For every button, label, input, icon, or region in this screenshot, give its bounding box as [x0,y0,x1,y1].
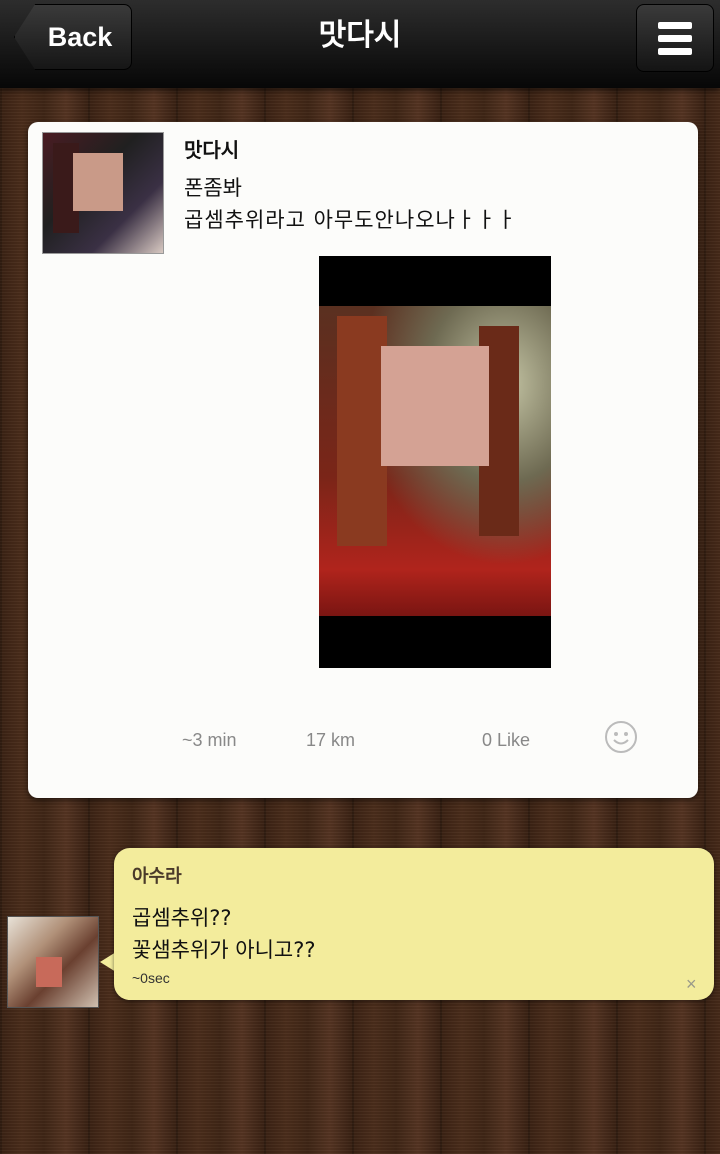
post-text-line: 곱셈추위라고 아무도안나오나ㅏㅏㅏ [184,208,517,232]
post-photo[interactable] [319,256,551,668]
avatar-face-pixelated [73,153,123,211]
photo-face-pixelated [381,346,489,466]
post-card: 맛다시 폰좀봐 곱셈추위라고 아무도안나오나ㅏㅏㅏ ~3 min 17 km 0… [28,122,698,798]
reply-time: ~0sec [132,970,170,986]
post-time: ~3 min [182,730,237,750]
menu-button[interactable] [636,4,714,72]
smiley-icon[interactable] [604,720,638,754]
avatar-detail [36,957,62,987]
top-bar: Back 맛다시 [0,0,720,88]
back-button[interactable]: Back [14,4,132,70]
reply-text-line: 곱셈추위?? [132,906,232,930]
post-text-line: 폰좀봐 [184,176,242,200]
menu-icon-bar [658,21,692,29]
page-title: 맛다시 [318,18,402,53]
reply-author-name[interactable]: 아수라 [132,862,182,888]
reply-author-avatar[interactable] [7,916,99,1008]
photo-content [319,306,551,616]
author-avatar[interactable] [42,132,164,254]
post-author-name[interactable]: 맛다시 [184,134,239,163]
reply-text-line: 꽃샘추위가 아니고?? [132,938,316,962]
menu-icon-bar [658,34,692,42]
photo-hair [337,316,387,546]
like-count[interactable]: 0 Like [482,730,530,751]
menu-icon-bar [658,47,692,55]
reply-bubble: 아수라 곱셈추위?? 꽃샘추위가 아니고?? ~0sec × [114,848,714,1000]
post-distance: 17 km [306,730,356,750]
close-icon[interactable]: × [686,974,697,995]
